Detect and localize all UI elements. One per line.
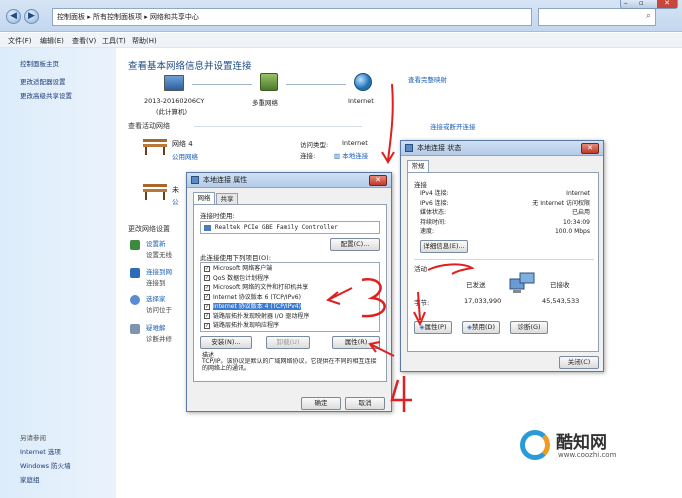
annotation-2: 2 <box>428 262 429 263</box>
brand-name: 酷知网 <box>556 433 607 453</box>
brand-url: www.coozhi.com <box>558 451 617 459</box>
annotation-arrow <box>413 291 426 327</box>
annotation-4: 4 <box>398 376 399 377</box>
annotation-stroke <box>427 263 475 275</box>
watermark: 酷知网 www.coozhi.com <box>520 426 670 466</box>
annotation-arrow <box>325 287 353 305</box>
annotation-arrow <box>368 341 395 357</box>
annotation-1: 1 <box>388 80 389 81</box>
annotation-stroke <box>390 376 412 412</box>
annotation-overlay <box>325 83 475 412</box>
annotation-stroke <box>361 278 386 318</box>
brand-logo-icon <box>520 430 550 460</box>
annotation-stroke <box>387 83 394 161</box>
annotation-3: 3 <box>362 280 363 281</box>
